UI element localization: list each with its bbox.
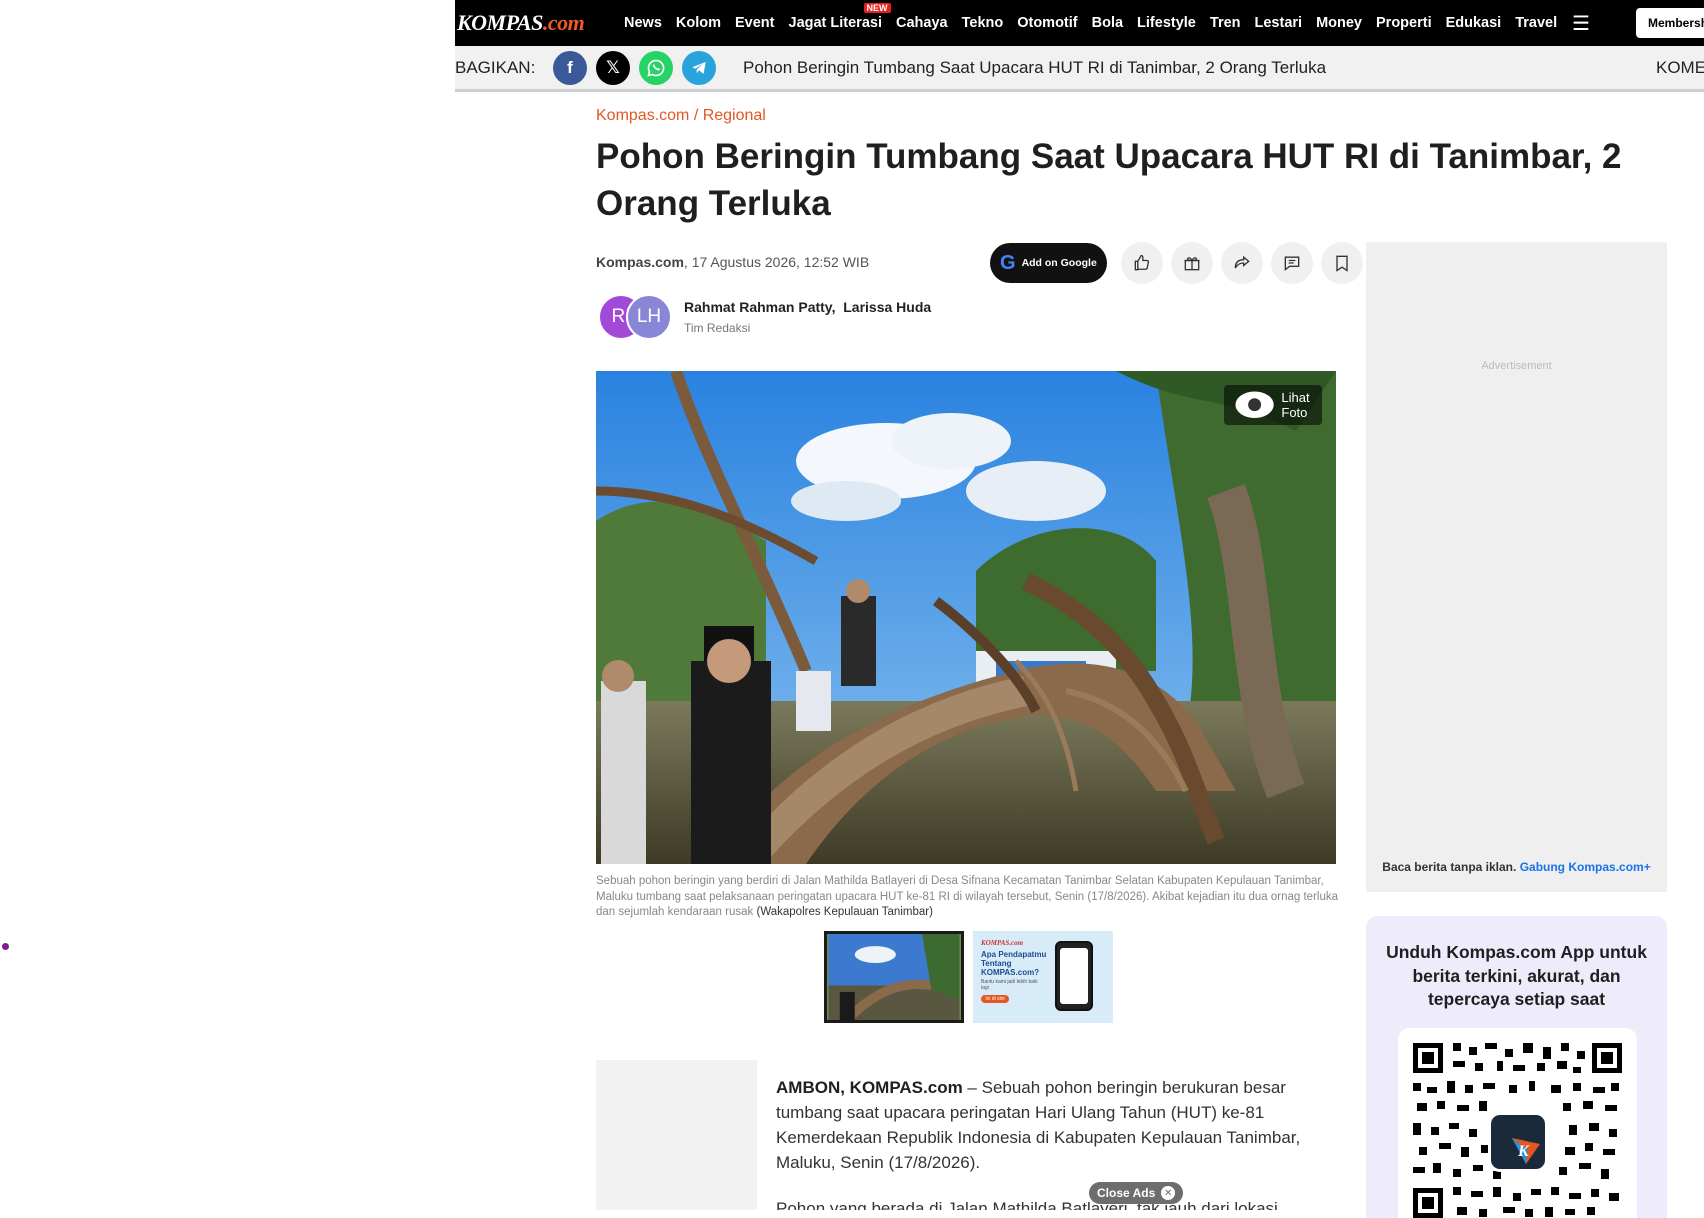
nav-item-jagat-literasi[interactable]: Jagat Literasi NEW	[782, 3, 891, 31]
join-kompas-plus-link[interactable]: Gabung Kompas.com+	[1520, 860, 1651, 874]
photo-thumbnail[interactable]	[824, 931, 964, 1023]
nav-item-bola[interactable]: Bola	[1085, 15, 1130, 31]
telegram-icon[interactable]	[682, 50, 716, 85]
nav-item-lestari[interactable]: Lestari	[1248, 15, 1310, 31]
nav-item-otomotif[interactable]: Otomotif	[1010, 15, 1084, 31]
article-paragraph: Pohon yang berada di Jalan Mathilda Batl…	[776, 1199, 1278, 1210]
nav-item-cahaya[interactable]: Cahaya	[889, 15, 955, 31]
app-download-title: Unduh Kompas.com App untuk berita terkin…	[1386, 942, 1647, 1009]
app-download-box: Unduh Kompas.com App untuk berita terkin…	[1366, 916, 1667, 1218]
hamburger-icon[interactable]: ☰	[1572, 11, 1590, 36]
fallen-tree-photo	[596, 371, 1336, 864]
nav-item-edukasi[interactable]: Edukasi	[1439, 15, 1509, 31]
nav-item-travel[interactable]: Travel	[1508, 15, 1564, 31]
phone-icon	[1055, 941, 1093, 1011]
qr-card[interactable]: K	[1398, 1028, 1637, 1218]
author-team: Tim Redaksi	[684, 321, 751, 335]
x-twitter-icon[interactable]: 𝕏	[596, 50, 630, 85]
bookmark-icon	[1336, 255, 1348, 272]
survey-thumbnail[interactable]: KOMPAS.com Apa Pendapatmu Tentang KOMPAS…	[973, 931, 1113, 1023]
svg-text:K: K	[1517, 1143, 1530, 1160]
nav-item-tren[interactable]: Tren	[1203, 15, 1248, 31]
nav-item-lifestyle[interactable]: Lifestyle	[1130, 15, 1203, 31]
article-headline: Pohon Beringin Tumbang Saat Upacara HUT …	[596, 137, 1622, 223]
like-button[interactable]	[1121, 242, 1163, 284]
gift-button[interactable]	[1171, 242, 1213, 284]
share-article-title: Pohon Beringin Tumbang Saat Upacara HUT …	[743, 57, 1327, 77]
photo-credit: (Wakapolres Kepulauan Tanimbar)	[756, 906, 933, 918]
cursor-dot	[2, 943, 9, 950]
share-icon	[1234, 255, 1250, 269]
nav-item-news[interactable]: News	[617, 15, 669, 31]
page: KOMPAS.com News Kolom Event Jagat Litera…	[0, 0, 1704, 1218]
photo-thumbnails: KOMPAS.com Apa Pendapatmu Tentang KOMPAS…	[824, 931, 1113, 1023]
author-name[interactable]: Rahmat Rahman Patty	[684, 299, 832, 315]
facebook-icon[interactable]: f	[553, 50, 587, 85]
article-photo[interactable]: Lihat Foto	[596, 371, 1336, 864]
article-meta: Kompas.com, 17 Agustus 2026, 12:52 WIB	[596, 254, 869, 270]
ad-label: Advertisement	[1481, 360, 1552, 372]
photo-caption: Sebuah pohon beringin yang berdiri di Ja…	[596, 875, 1338, 918]
gift-icon	[1184, 257, 1200, 271]
close-ads-button[interactable]: Close Ads ✕	[1089, 1182, 1184, 1204]
share-bar: BAGIKAN: f 𝕏 Pohon Beringin Tumbang Saat…	[455, 46, 1704, 92]
inline-ad-placeholder	[596, 1060, 757, 1210]
breadcrumb[interactable]: Kompas.com / Regional	[596, 107, 766, 125]
author-names: Rahmat Rahman Patty, Larissa Huda Tim Re…	[684, 299, 932, 335]
ad-free-cta: Baca berita tanpa iklan. Gabung Kompas.c…	[1382, 860, 1651, 874]
nav-item-properti[interactable]: Properti	[1369, 15, 1439, 31]
google-icon: G	[1000, 251, 1016, 274]
author-name[interactable]: Larissa Huda	[843, 299, 931, 315]
view-photo-button[interactable]: Lihat Foto	[1224, 385, 1322, 425]
thumbs-up-icon	[1134, 254, 1150, 271]
comment-button[interactable]	[1271, 242, 1313, 284]
share-label: BAGIKAN:	[455, 57, 536, 77]
nav-item-tekno[interactable]: Tekno	[955, 15, 1011, 31]
comments-link[interactable]: KOMENTAR	[1656, 58, 1704, 78]
author-block: RI LH Rahmat Rahman Patty, Larissa Huda …	[598, 294, 931, 340]
close-icon: ✕	[1161, 1186, 1176, 1200]
new-badge: NEW	[863, 3, 891, 13]
article-source: Kompas.com	[596, 254, 684, 270]
avatar[interactable]: LH	[626, 294, 672, 340]
kompas-k-icon: K	[1512, 1138, 1540, 1164]
article-lead-paragraph: AMBON, KOMPAS.com – Sebuah pohon beringi…	[776, 1078, 1301, 1172]
whatsapp-icon[interactable]	[639, 50, 673, 85]
nav-item-kolom[interactable]: Kolom	[669, 15, 728, 31]
sidebar-advertisement: Advertisement Baca berita tanpa iklan. G…	[1366, 242, 1667, 892]
top-navigation: KOMPAS.com News Kolom Event Jagat Litera…	[455, 0, 1704, 46]
share-button[interactable]	[1221, 242, 1263, 284]
dateline: AMBON, KOMPAS.com	[776, 1078, 963, 1097]
article-actions: G Add on Google	[990, 242, 1363, 284]
fallen-tree-thumbnail	[828, 934, 960, 1020]
membership-button[interactable]: Membership	[1636, 8, 1704, 38]
nav-item-event[interactable]: Event	[728, 15, 782, 31]
site-logo[interactable]: KOMPAS.com	[457, 10, 607, 36]
comment-icon	[1284, 256, 1300, 272]
nav-item-money[interactable]: Money	[1309, 15, 1369, 31]
nav-menu: News Kolom Event Jagat Literasi NEW Cahay…	[617, 3, 1590, 36]
publish-date: , 17 Agustus 2026, 12:52 WIB	[683, 254, 870, 270]
kompas-app-icon: K	[1488, 1112, 1548, 1172]
eye-icon	[1235, 391, 1274, 419]
add-on-google-button[interactable]: G Add on Google	[990, 243, 1107, 283]
bookmark-button[interactable]	[1321, 242, 1363, 284]
